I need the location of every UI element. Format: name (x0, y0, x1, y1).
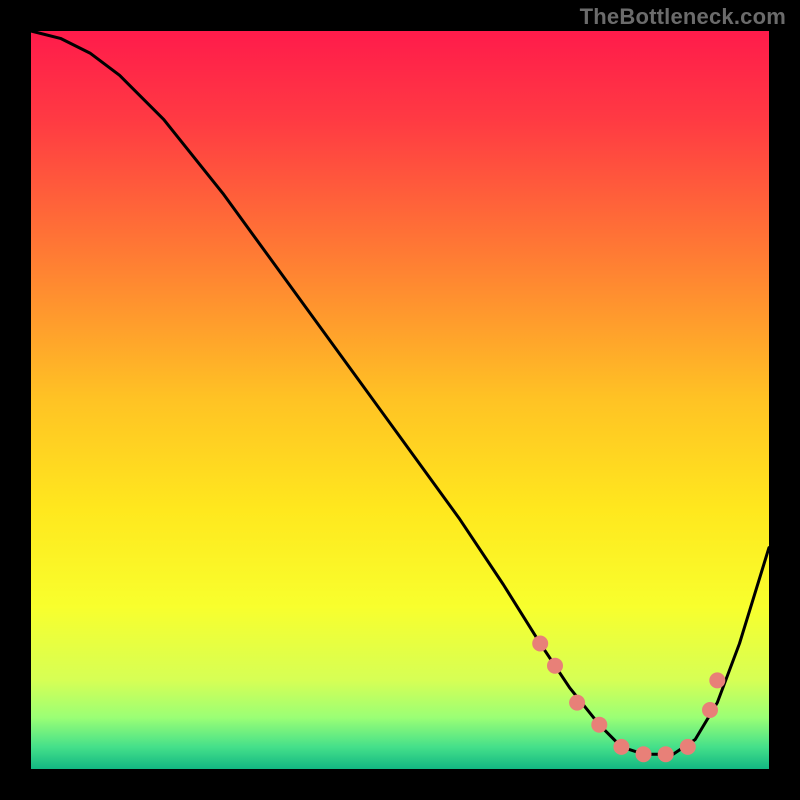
marker-point (547, 658, 563, 674)
marker-point (532, 636, 548, 652)
marker-point (636, 746, 652, 762)
marker-point (591, 717, 607, 733)
plot-background (31, 31, 769, 769)
chart-svg (0, 0, 800, 800)
marker-point (680, 739, 696, 755)
marker-point (613, 739, 629, 755)
attribution-label: TheBottleneck.com (580, 4, 786, 30)
marker-point (569, 695, 585, 711)
marker-point (658, 746, 674, 762)
marker-point (702, 702, 718, 718)
marker-point (709, 672, 725, 688)
chart-container: TheBottleneck.com (0, 0, 800, 800)
